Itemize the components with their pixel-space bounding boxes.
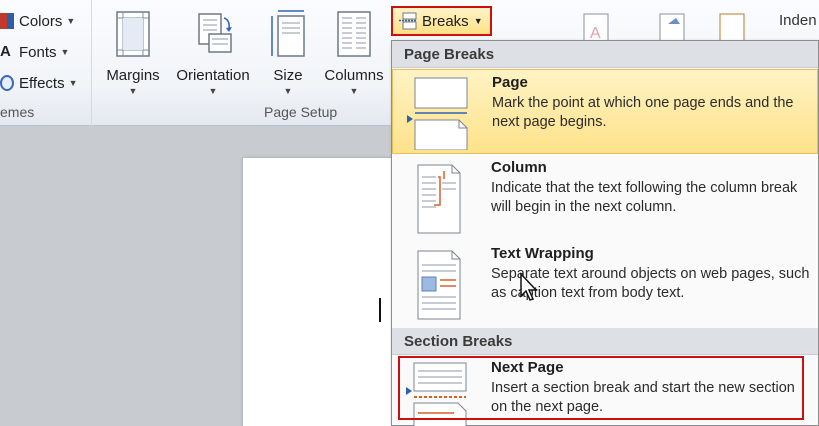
chevron-down-icon: ▼ (66, 16, 76, 26)
chevron-down-icon: ▼ (349, 86, 359, 96)
menu-item-next-page-title: Next Page (491, 359, 564, 376)
page-setup-group-label: Page Setup (264, 104, 338, 120)
page-breaks-header: Page Breaks (392, 41, 818, 68)
columns-label: Columns (324, 67, 384, 84)
text-cursor (379, 298, 381, 322)
size-button[interactable]: Size ▼ (265, 8, 311, 96)
column-break-icon (417, 164, 461, 234)
themes-group-label: emes (0, 104, 35, 120)
columns-icon (337, 11, 371, 57)
theme-fonts-button[interactable]: A Fonts ▼ (0, 40, 69, 64)
theme-colors-button[interactable]: Colors ▼ (0, 9, 75, 33)
size-icon (271, 10, 305, 57)
menu-item-text-wrapping-desc: Separate text around objects on web page… (491, 266, 810, 301)
chevron-down-icon: ▼ (283, 86, 293, 96)
document-page[interactable] (243, 158, 403, 426)
effects-icon (0, 75, 14, 91)
menu-item-page-desc: Mark the point at which one page ends an… (492, 95, 794, 130)
margins-icon (116, 11, 150, 57)
chevron-down-icon: ▼ (128, 86, 138, 96)
theme-fonts-label: Fonts (19, 43, 57, 61)
chevron-down-icon: ▼ (60, 47, 70, 57)
fonts-icon: A (0, 43, 11, 60)
size-label: Size (273, 67, 303, 84)
themes-group: Colors ▼ A Fonts ▼ Effects ▼ emes (0, 0, 92, 126)
orientation-icon (198, 13, 232, 53)
orientation-label: Orientation (176, 67, 250, 84)
menu-item-next-page[interactable]: Next Page Insert a section break and sta… (392, 355, 818, 426)
colors-icon (0, 13, 14, 29)
menu-item-text-wrapping[interactable]: Text Wrapping Separate text around objec… (392, 241, 818, 327)
columns-button[interactable]: Columns ▼ (321, 8, 387, 96)
indent-label: Inden (779, 12, 817, 29)
section-breaks-header: Section Breaks (392, 328, 818, 355)
margins-label: Margins (106, 67, 160, 84)
chevron-down-icon: ▼ (473, 16, 483, 26)
chevron-down-icon: ▼ (68, 78, 78, 88)
breaks-dropdown-menu: Page Breaks Page Mark the point at which… (391, 40, 819, 426)
menu-item-column-desc: Indicate that the text following the col… (491, 180, 798, 215)
menu-item-column-title: Column (491, 159, 547, 176)
menu-item-next-page-desc: Insert a section break and start the new… (491, 380, 795, 415)
orientation-button[interactable]: Orientation ▼ (169, 8, 257, 96)
next-page-icon (413, 362, 467, 426)
breaks-icon (399, 12, 417, 30)
menu-item-column[interactable]: Column Indicate that the text following … (392, 155, 818, 241)
text-wrapping-icon (417, 250, 461, 320)
margins-button[interactable]: Margins ▼ (102, 8, 164, 96)
breaks-button[interactable]: Breaks ▼ (391, 6, 492, 36)
menu-item-page[interactable]: Page Mark the point at which one page en… (392, 69, 818, 154)
menu-item-text-wrapping-title: Text Wrapping (491, 245, 594, 262)
chevron-down-icon: ▼ (208, 86, 218, 96)
theme-colors-label: Colors (19, 12, 63, 30)
breaks-label: Breaks (422, 12, 469, 30)
theme-effects-label: Effects (19, 74, 65, 92)
mouse-pointer-icon (520, 272, 538, 301)
page-break-icon (414, 77, 468, 150)
menu-item-page-title: Page (492, 74, 528, 91)
theme-effects-button[interactable]: Effects ▼ (0, 71, 78, 95)
